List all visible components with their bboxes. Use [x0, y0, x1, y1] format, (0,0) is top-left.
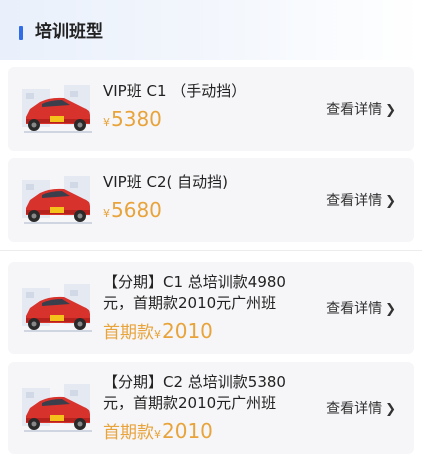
course-card[interactable]: VIP班 C2( 自动挡) ¥5680 查看详情 ❯ — [8, 158, 414, 242]
section-title: 培训班型 — [35, 22, 103, 42]
view-details-link[interactable]: 查看详情 ❯ — [326, 190, 396, 210]
course-name: 【分期】C2 总培训款5380元，首期款2010元广州班 — [103, 373, 286, 412]
course-card[interactable]: 【分期】C1 总培训款4980元，首期款2010元广州班 首期款¥2010 查看… — [8, 262, 414, 354]
course-name: VIP班 C2( 自动挡) — [103, 173, 228, 191]
view-details-label: 查看详情 — [326, 102, 383, 118]
currency-symbol: ¥ — [154, 328, 161, 341]
red-car-icon — [22, 284, 92, 332]
currency-symbol: ¥ — [103, 116, 110, 129]
view-details-link[interactable]: 查看详情 ❯ — [326, 298, 396, 318]
chevron-right-icon: ❯ — [385, 402, 396, 417]
course-card[interactable]: 【分期】C2 总培训款5380元，首期款2010元广州班 首期款¥2010 查看… — [8, 362, 414, 454]
currency-symbol: ¥ — [154, 428, 161, 441]
view-details-label: 查看详情 — [326, 301, 383, 317]
title-accent-bar — [19, 26, 23, 40]
view-details-link[interactable]: 查看详情 ❯ — [326, 398, 396, 418]
red-car-icon — [22, 85, 92, 133]
course-name: 【分期】C1 总培训款4980元，首期款2010元广州班 — [103, 273, 286, 312]
chevron-right-icon: ❯ — [385, 302, 396, 317]
price-amount: 2010 — [162, 319, 213, 343]
course-name: VIP班 C1 （手动挡） — [103, 82, 247, 100]
price-amount: 5380 — [111, 107, 162, 131]
divider — [0, 250, 422, 251]
course-price: 首期款¥2010 — [103, 318, 213, 343]
price-amount: 2010 — [162, 419, 213, 443]
view-details-label: 查看详情 — [326, 193, 383, 209]
currency-symbol: ¥ — [103, 207, 110, 220]
chevron-right-icon: ❯ — [385, 194, 396, 209]
course-card[interactable]: VIP班 C1 （手动挡） ¥5380 查看详情 ❯ — [8, 67, 414, 151]
view-details-link[interactable]: 查看详情 ❯ — [326, 99, 396, 119]
section-header: 培训班型 — [0, 0, 422, 60]
red-car-icon — [22, 384, 92, 432]
price-amount: 5680 — [111, 198, 162, 222]
course-price: 首期款¥2010 — [103, 418, 213, 443]
course-price: ¥5380 — [103, 107, 162, 131]
course-price: ¥5680 — [103, 198, 162, 222]
view-details-label: 查看详情 — [326, 401, 383, 417]
price-prefix: 首期款 — [103, 423, 154, 443]
red-car-icon — [22, 176, 92, 224]
chevron-right-icon: ❯ — [385, 103, 396, 118]
price-prefix: 首期款 — [103, 323, 154, 343]
